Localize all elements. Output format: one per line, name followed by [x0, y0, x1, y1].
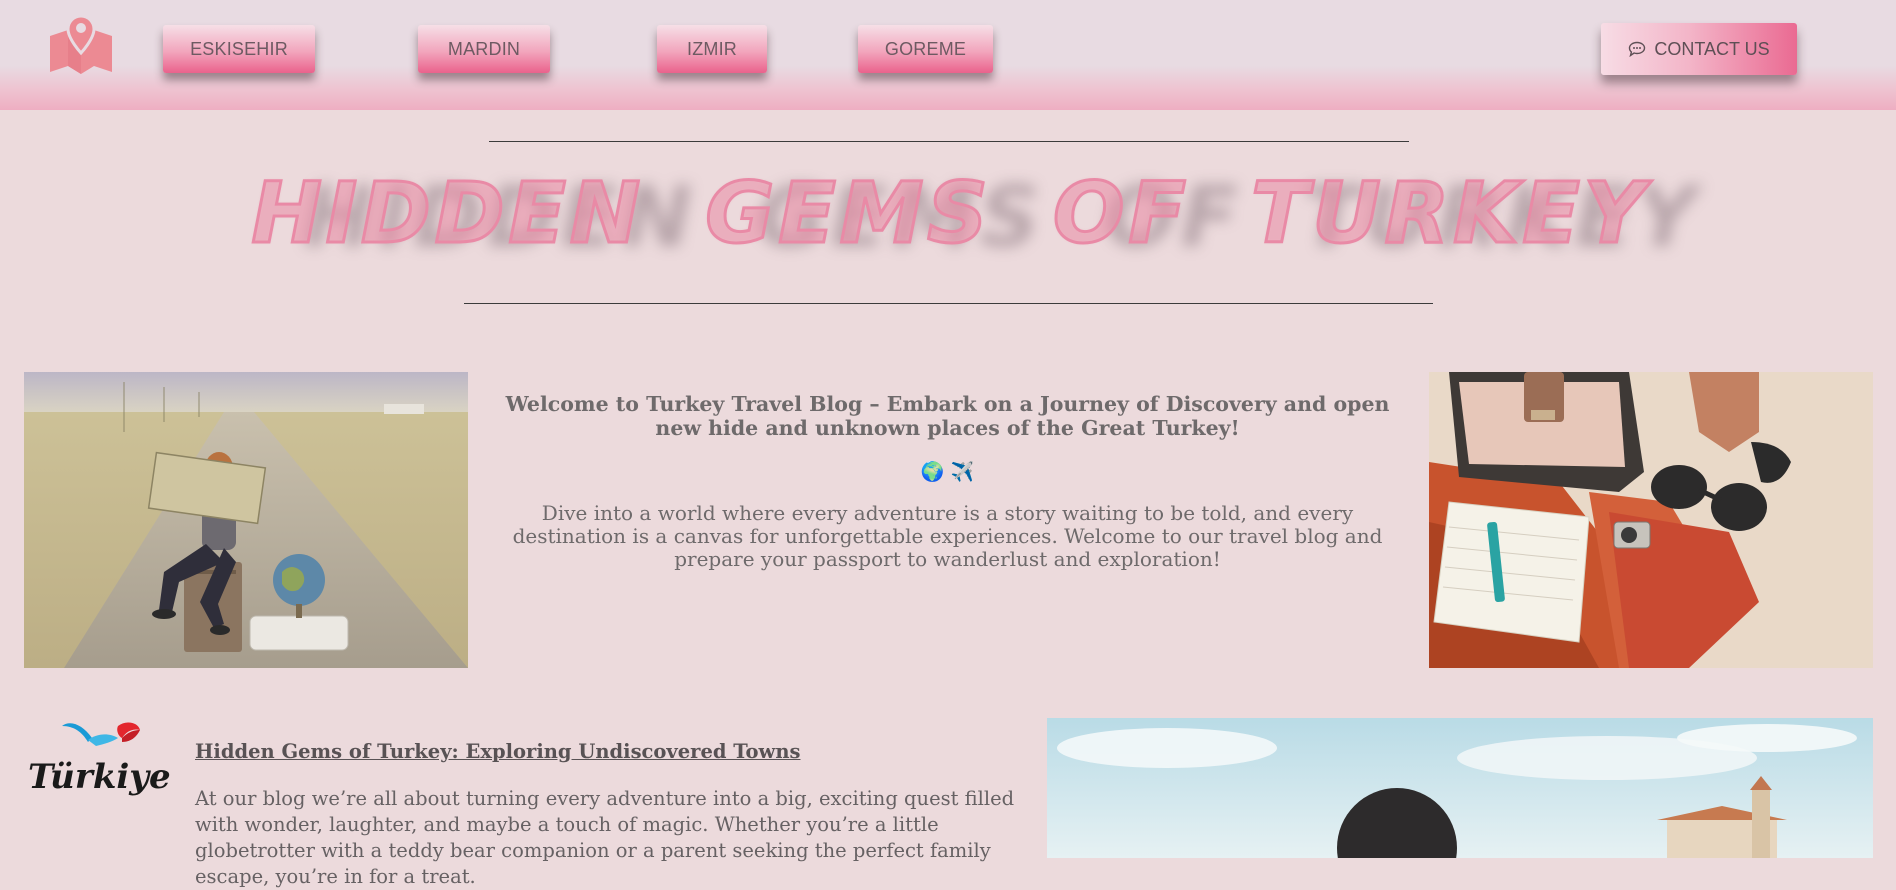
nav-goreme-button[interactable]: GOREME [858, 25, 993, 73]
hero-title-text: HIDDEN GEMS OF TURKEY [250, 163, 1649, 264]
blog-post-paragraph: At our blog we’re all about turning ever… [195, 787, 1015, 888]
turkiye-logo-text: Türkiye [28, 757, 171, 797]
chat-bubble-icon [1629, 41, 1646, 57]
map-pin-icon[interactable] [48, 14, 114, 74]
globe-airplane-emoji: 🌍 ✈️ [920, 461, 975, 483]
traveler-landscape-photo [1047, 718, 1873, 858]
contact-us-button[interactable]: CONTACT US [1601, 23, 1797, 75]
hero-title: HIDDEN GEMS OF TURKEY HIDDEN GEMS OF TUR… [250, 158, 1697, 268]
hero-top-divider [489, 141, 1409, 142]
intro-paragraph: Dive into a world where every adventure … [512, 501, 1383, 571]
intro-section: Welcome to Turkey Travel Blog – Embark o… [490, 392, 1405, 571]
site-header: ESKISEHIR MARDIN IZMIR GOREME CONTACT US [0, 0, 1896, 110]
travel-accessories-photo [1429, 372, 1873, 668]
hero-bottom-divider [464, 303, 1433, 304]
nav-eskisehir-button[interactable]: ESKISEHIR [163, 25, 315, 73]
turkiye-logo: Türkiye [28, 722, 171, 797]
intro-heading: Welcome to Turkey Travel Blog – Embark o… [505, 392, 1390, 440]
nav-mardin-button[interactable]: MARDIN [418, 25, 550, 73]
blog-post-heading-link[interactable]: Hidden Gems of Turkey: Exploring Undisco… [195, 740, 801, 763]
nav-izmir-button[interactable]: IZMIR [657, 25, 767, 73]
traveler-reading-map-photo [24, 372, 468, 668]
contact-us-label: CONTACT US [1654, 38, 1770, 59]
